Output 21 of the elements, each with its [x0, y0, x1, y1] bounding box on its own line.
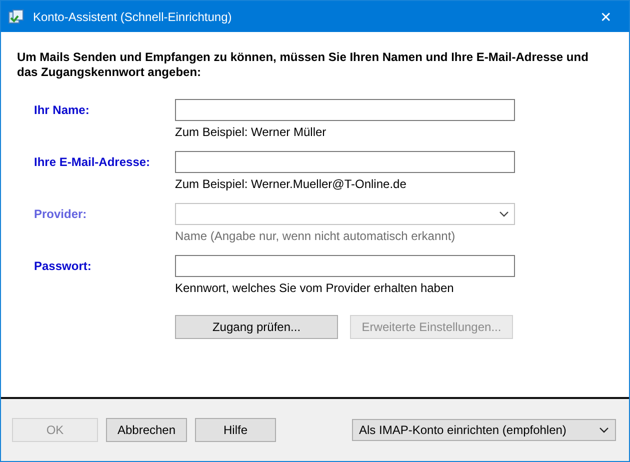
account-type-dropdown[interactable]: Als IMAP-Konto einrichten (empfohlen)	[352, 419, 616, 441]
field-label: Passwort:	[34, 258, 92, 275]
field-label: Ihr Name:	[34, 102, 90, 119]
dialog-button[interactable]: Abbrechen	[106, 418, 187, 442]
field-label: Ihre E-Mail-Adresse:	[34, 154, 152, 171]
hint-text: Zum Beispiel: Werner.Mueller@T-Online.de	[175, 177, 408, 191]
action-button[interactable]: Zugang prüfen...	[175, 315, 338, 339]
chevron-icon	[599, 427, 609, 433]
chevron-icon	[499, 211, 509, 217]
window-title: Konto-Assistent (Schnell-Einrichtung)	[33, 10, 233, 24]
close-button[interactable]: ✕	[583, 8, 629, 24]
input-field[interactable]	[175, 99, 515, 121]
input-field[interactable]	[175, 255, 515, 277]
hint-text: Kennwort, welches Sie vom Provider erhalten haben	[175, 281, 455, 295]
hint-text: Name (Angabe nur, wenn nicht automatisch erkannt)	[175, 229, 456, 243]
intro-text: Um Mails Senden und Empfangen zu können, müssen Sie Ihren Namen und Ihre E-Mail-Adresse und das Zugangskennwort angeben:	[17, 50, 590, 80]
dialog-button[interactable]: Hilfe	[195, 418, 276, 442]
hint-text: Zum Beispiel: Werner Müller	[175, 125, 328, 139]
field-label: Provider:	[34, 206, 88, 223]
accounts-icon	[8, 8, 24, 24]
input-field[interactable]	[175, 151, 515, 173]
